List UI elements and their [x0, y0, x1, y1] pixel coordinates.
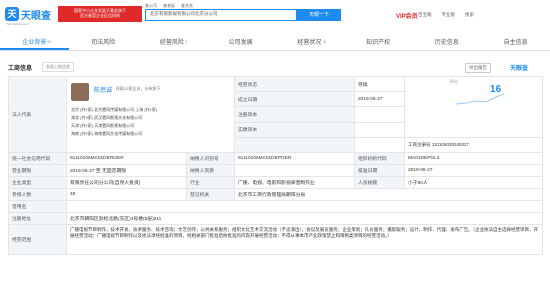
brand-watermark: 天眼查: [510, 66, 529, 72]
staff-size-value: 小于50人: [404, 176, 543, 189]
nav-pro[interactable]: 专业版: [442, 12, 456, 18]
date-value: 2018-05-27: [354, 91, 405, 108]
report-info-button[interactable]: 发起上报信息: [42, 62, 75, 72]
capital-value: [354, 106, 405, 123]
nav-toolbox[interactable]: 百宝箱: [418, 12, 432, 18]
tab-label: 企业背景: [22, 40, 47, 46]
scope-value: 广播电视节目制作；技术开发、技术服务、技术咨询；文艺创作；公共关系服务；组织文化…: [66, 224, 543, 255]
tab-self-info[interactable]: 自主信息: [481, 36, 550, 50]
reg-authority-label: 登记机关: [186, 188, 235, 201]
avatar[interactable]: [71, 83, 89, 101]
tab-count: 15: [322, 40, 327, 44]
section-title: 工商信息: [8, 65, 33, 72]
address-value: 北京市朝阳区劲松北路(东区)3号楼(5层)211: [66, 212, 543, 225]
legal-rep-cell: 陈思诚 任职12家企业，分布如下 北京 (共1家) 北京壹同传媒有限公司 上海 …: [66, 76, 235, 153]
tab-count: 53: [47, 40, 52, 44]
tab-label: 知识产权: [366, 40, 391, 46]
promo-banner[interactable]: 国家中小企业发展子基金旗下 官方备案企业征信机构: [58, 6, 142, 22]
company-type-label: 企业类型: [8, 176, 67, 189]
tax-id-value: 91110105MA01DEPGER: [234, 152, 355, 165]
export-report-button[interactable]: 导出报告: [465, 63, 491, 73]
promo-line2: 官方备案企业征信机构: [80, 13, 120, 18]
tab-label: 自主信息: [503, 40, 528, 46]
section-header: 工商信息 发起上报信息: [8, 60, 542, 74]
insured-label: 参保人数: [8, 188, 67, 201]
insured-value: 49: [66, 188, 187, 201]
industry-label: 行业: [186, 176, 235, 189]
score-cell: [404, 76, 543, 138]
legal-rep-line: 北京 (共1家) 北京壹同传媒有限公司 上海 (共1家): [71, 107, 158, 112]
tab-label: 历史信息: [434, 40, 459, 46]
tab-count: 3: [184, 40, 187, 44]
company-type-value: 有限责任公司分公司(自然人投资): [66, 176, 187, 189]
legal-rep-line: 海南 (共2家) 海南壹同文化传媒有限公司: [71, 131, 143, 136]
legal-rep-line: 天津 (共1家) 天津壹同影视有限公司: [71, 123, 135, 128]
tab-label: 司法风险: [91, 40, 116, 46]
nav-search[interactable]: 搜索: [465, 12, 474, 18]
paid-capital-label: 实缴资本: [234, 121, 355, 138]
approval-date-label: 核准日期: [354, 164, 405, 177]
tax-id-label: 纳税人识别号: [186, 152, 235, 165]
staff-size-label: 人员规模: [354, 176, 405, 189]
header: 天 天眼查 TianYanCha.com 国家中小企业发展子基金旗下 官方备案企…: [0, 0, 550, 28]
top-nav: 百宝箱 专业版 搜索: [418, 12, 474, 18]
tab-label: 公司发展: [228, 40, 253, 46]
reg-no-label: 工商注册号: [408, 141, 431, 147]
capital-label: 注册资本: [234, 106, 355, 123]
status-value: 存续: [354, 75, 405, 93]
score-label: 评分: [450, 79, 458, 84]
tab-background[interactable]: 企业背景 53: [0, 36, 69, 50]
term-value: 2018-05-27 至 无固定期限: [66, 164, 187, 177]
score-trend-line: [456, 93, 505, 105]
former-name-value: [66, 200, 543, 213]
legal-rep-line: 湖北 (共3家) 武汉壹同影视文化有限公司: [71, 115, 143, 120]
scope-label: 经营范围: [8, 224, 67, 255]
tab-development[interactable]: 公司发展: [206, 36, 275, 50]
logo-subtitle: TianYanCha.com: [6, 22, 29, 26]
search-button[interactable]: 天眼一下: [297, 9, 341, 21]
tab-history[interactable]: 历史信息: [413, 36, 482, 50]
reg-authority-value: 北京市工商行政管理局朝阳分局: [234, 188, 543, 201]
legal-rep-sub: 任职12家企业，分布如下: [116, 86, 161, 91]
main-tabs: 企业背景 53 司法风险 经营风险 3 公司发展 经营状况 15 知识产权 历史信息 …: [0, 36, 550, 51]
empty-label: [234, 136, 355, 154]
legal-rep-label: 法人代表: [8, 76, 67, 153]
org-code-value: MA01DEPGL3: [404, 152, 543, 165]
credit-code-value: 91110105MA01DERGER: [66, 152, 187, 165]
tab-judicial-risk[interactable]: 司法风险: [69, 36, 138, 50]
score-chart: [456, 93, 505, 105]
term-label: 营业期限: [8, 164, 67, 177]
taxpayer-qual-value: [234, 164, 355, 177]
taxpayer-qual-label: 纳税人资质: [186, 164, 235, 177]
org-code-label: 组织机构代码: [354, 152, 405, 165]
vip-link[interactable]: VIP会员: [396, 11, 418, 20]
legal-rep-name[interactable]: 陈思诚: [94, 85, 112, 94]
logo-icon: 天: [5, 7, 19, 21]
tab-operations[interactable]: 经营状况 15: [275, 36, 344, 50]
logo-text: 天眼查: [21, 10, 51, 22]
industry-value: 广播、电视、电影和影视录音制作业: [234, 176, 355, 189]
logo[interactable]: 天 天眼查: [5, 6, 51, 22]
approval-date-value: 2018-05-27: [404, 164, 543, 177]
address-label: 注册地址: [8, 212, 67, 225]
date-label: 成立日期: [234, 91, 355, 108]
paid-capital-value: [354, 121, 405, 138]
tab-label: 经营状况: [297, 40, 322, 46]
tab-business-risk[interactable]: 经营风险 3: [138, 36, 207, 50]
empty-value: [354, 136, 405, 154]
credit-code-label: 统一社会信用代码: [8, 152, 67, 165]
search-input-value: 北京有限影视有限公司北京分公司: [150, 11, 218, 16]
tab-ip[interactable]: 知识产权: [344, 36, 413, 50]
reg-no-value: 110105025345327: [431, 141, 469, 147]
tab-label: 经营风险: [159, 40, 184, 46]
former-name-label: 曾用名: [8, 200, 67, 213]
status-label: 经营状态: [234, 75, 355, 93]
reg-no-cell: 工商注册号 110105025345327: [404, 136, 543, 154]
